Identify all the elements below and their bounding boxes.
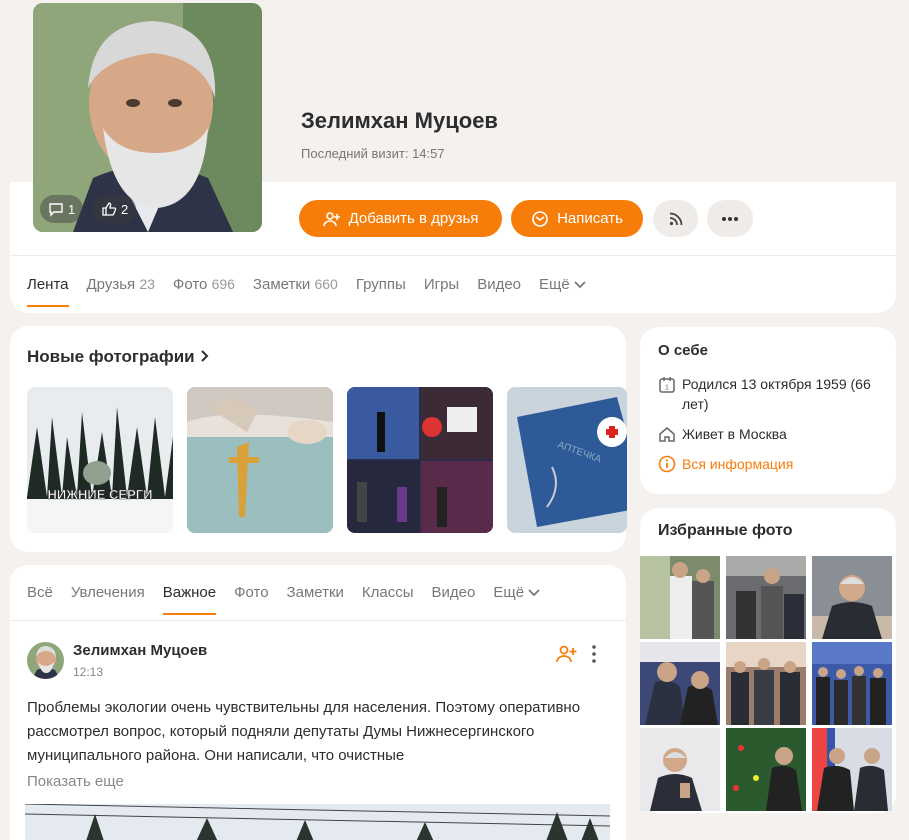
tab-games[interactable]: Игры (424, 276, 459, 293)
tab-friends[interactable]: Друзья 23 (87, 276, 155, 293)
favorite-photo-1[interactable] (640, 556, 720, 639)
sign-text: НИЖНИЕ СЕРГИ (48, 487, 153, 502)
tab-label: Группы (355, 276, 406, 293)
profile-name: Зелимхан Муцоев (301, 108, 498, 133)
tab-feed[interactable]: Лента (27, 276, 69, 307)
vertical-dots-icon (592, 645, 596, 663)
feed-divider (10, 620, 626, 621)
add-person-icon (322, 211, 340, 226)
avatar-likes-count: 2 (121, 201, 129, 217)
tab-video[interactable]: Видео (477, 276, 521, 293)
about-title: О себе (658, 342, 708, 359)
avatar-comments-count: 1 (68, 201, 76, 217)
post-text: Проблемы экологии очень чувствительны дл… (27, 699, 581, 764)
chevron-right-icon (201, 350, 209, 362)
tab-label: Видео (477, 276, 522, 293)
favorite-photo-8[interactable] (726, 728, 806, 811)
favorite-photo-6[interactable] (812, 642, 892, 725)
more-dots-icon (722, 216, 738, 221)
about-birthday: 1 Родился 13 октября 1959 (66 лет) (658, 374, 878, 414)
calendar-icon: 1 (659, 377, 675, 393)
chevron-down-icon (528, 589, 540, 597)
tab-groups[interactable]: Группы (356, 276, 406, 293)
tab-more[interactable]: Ещё (539, 276, 586, 293)
feed-tab-likes[interactable]: Классы (362, 584, 414, 601)
feed-filter-tabs: Всё Увлечения Важное Фото Заметки Классы… (27, 584, 558, 615)
chevron-down-icon (574, 281, 586, 289)
favorite-photo-4[interactable] (640, 642, 720, 725)
tab-count: 660 (314, 276, 338, 292)
message-icon (532, 210, 548, 227)
post-author-avatar[interactable] (27, 642, 64, 679)
last-visit: Последний визит: 14:57 (301, 146, 445, 161)
favorite-photo-7[interactable] (640, 728, 720, 811)
photo-thumb-4[interactable]: АПТЕЧКА (507, 387, 627, 533)
new-photos-title-link[interactable]: Новые фотографии (27, 347, 209, 367)
favorite-photo-2[interactable] (726, 556, 806, 639)
header-divider (10, 255, 896, 256)
home-icon (659, 427, 675, 442)
new-photos-title: Новые фотографии (27, 347, 195, 366)
write-label: Написать (557, 210, 623, 227)
photo-thumb-3[interactable] (347, 387, 493, 533)
feed-tab-more-label: Ещё (493, 584, 525, 601)
tab-label: Фото (172, 276, 208, 293)
post-author-name[interactable]: Зелимхан Муцоев (73, 642, 207, 659)
more-options-button[interactable] (707, 200, 753, 237)
tab-label: Заметки (252, 276, 311, 293)
tab-count: 23 (139, 276, 155, 292)
photo-thumb-2[interactable] (187, 387, 333, 533)
info-icon (658, 455, 676, 473)
add-friend-button[interactable]: Добавить в друзья (299, 200, 502, 237)
add-friend-label: Добавить в друзья (348, 210, 479, 227)
avatar-comments-badge[interactable]: 1 (40, 195, 84, 223)
thumbs-up-icon (102, 202, 117, 216)
feed-tab-photo[interactable]: Фото (234, 584, 268, 601)
post-time[interactable]: 12:13 (73, 665, 103, 679)
favorite-photos-title: Избранные фото (658, 522, 793, 539)
tab-notes[interactable]: Заметки 660 (253, 276, 338, 293)
feed-tab-more[interactable]: Ещё (493, 584, 540, 601)
subscribe-button[interactable] (653, 200, 698, 237)
post-add-friend-button[interactable] (556, 644, 578, 669)
feed-tab-notes[interactable]: Заметки (287, 584, 344, 601)
tab-count: 696 (211, 276, 235, 292)
favorite-photo-5[interactable] (726, 642, 806, 725)
profile-tabs: Лента Друзья 23 Фото 696 Заметки 660 Гру… (27, 276, 604, 307)
avatar-likes-badge[interactable]: 2 (93, 195, 137, 223)
tab-photos[interactable]: Фото 696 (173, 276, 235, 293)
tab-label: Игры (423, 276, 460, 293)
comment-icon (49, 203, 63, 217)
show-more-link[interactable]: Показать еще (27, 773, 124, 790)
tab-label: Лента (27, 276, 69, 293)
post-image[interactable] (25, 804, 610, 840)
all-info-link[interactable]: Вся информация (658, 454, 878, 474)
feed-tab-all[interactable]: Всё (27, 584, 53, 601)
feed-tab-important[interactable]: Важное (162, 584, 217, 615)
svg-text:1: 1 (665, 385, 669, 392)
birthday-text: Родился 13 октября 1959 (66 лет) (682, 376, 871, 412)
all-info-text: Вся информация (682, 456, 794, 472)
feed-tab-video[interactable]: Видео (432, 584, 476, 601)
location-text: Живет в Москва (682, 426, 787, 442)
photo-thumb-1[interactable]: НИЖНИЕ СЕРГИ (27, 387, 173, 533)
add-person-icon (556, 645, 577, 663)
favorite-photo-9[interactable] (812, 728, 892, 811)
post-menu-button[interactable] (590, 644, 598, 669)
favorite-photo-3[interactable] (812, 556, 892, 639)
tab-label: Друзья (86, 276, 136, 293)
feed-tab-hobbies[interactable]: Увлечения (71, 584, 145, 601)
rss-icon (669, 212, 682, 225)
tab-label: Ещё (539, 276, 570, 293)
about-location: Живет в Москва (658, 424, 878, 444)
write-message-button[interactable]: Написать (511, 200, 643, 237)
